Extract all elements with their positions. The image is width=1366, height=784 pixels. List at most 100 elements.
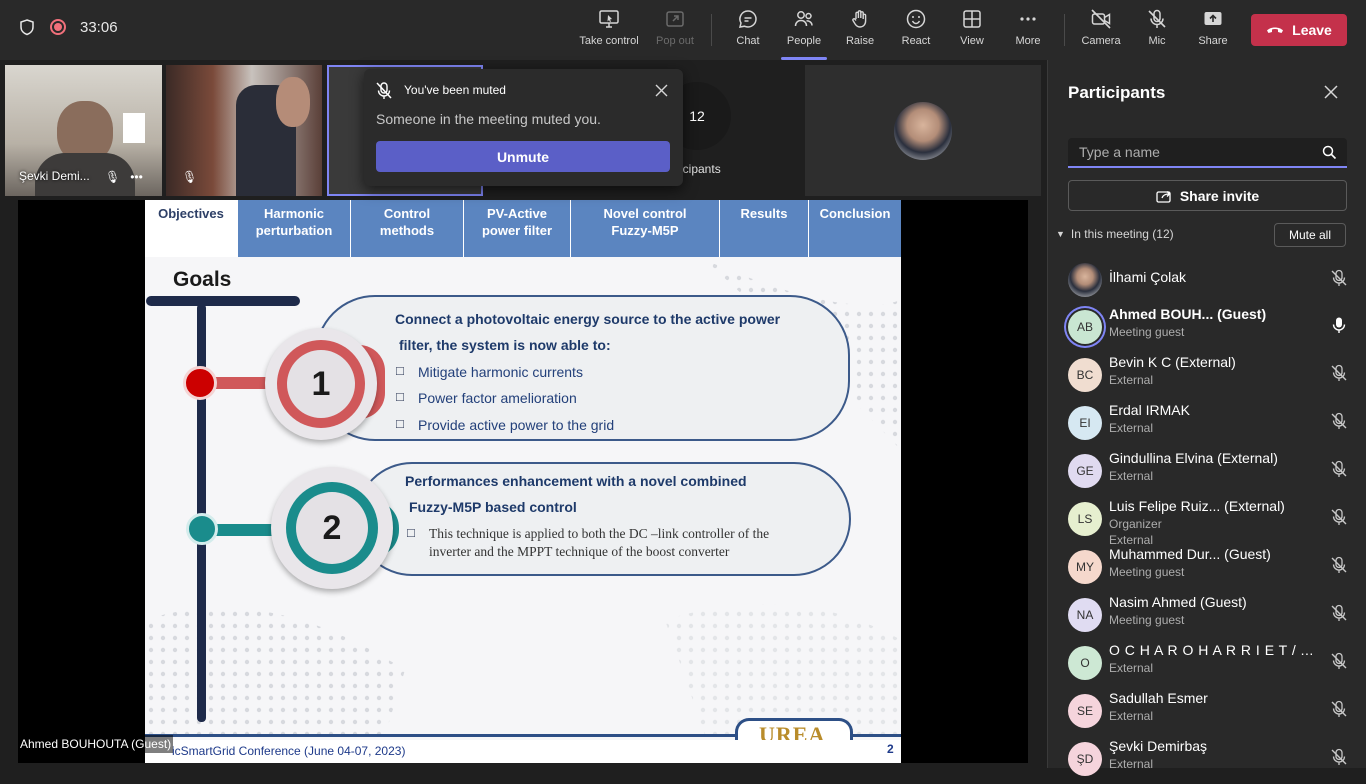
video-tile-1[interactable]: Şevki Demi... 🎙︎ •••: [5, 65, 162, 196]
muted-message: Someone in the meeting muted you.: [376, 111, 601, 127]
participant-row[interactable]: NA Nasim Ahmed (Guest) Meeting guest: [1048, 592, 1366, 640]
participants-panel: Participants Type a name Share invite ▼ …: [1047, 60, 1366, 776]
goal-1-item: Provide active power to the grid: [396, 416, 614, 433]
phone-hangup-icon: [1267, 27, 1284, 33]
avatar: LS: [1068, 502, 1102, 536]
mic-off-icon: 🎙︎: [182, 170, 198, 184]
react-button[interactable]: React: [885, 8, 947, 54]
participant-name: O C H A R O H A R R I E T / ...: [1109, 642, 1314, 658]
camera-off-icon: [1091, 9, 1111, 29]
participant-row[interactable]: SE Sadullah Esmer External: [1048, 688, 1366, 736]
slide-tab-conclusion: Conclusion: [809, 200, 901, 257]
react-icon: [906, 9, 926, 29]
avatar: NA: [1068, 598, 1102, 632]
chevron-down-icon: ▼: [1056, 229, 1065, 239]
raise-hand-button[interactable]: Raise: [829, 8, 891, 54]
close-icon[interactable]: [655, 84, 668, 97]
mic-off-icon[interactable]: [1330, 748, 1348, 766]
avatar: [894, 102, 952, 160]
avatar: BC: [1068, 358, 1102, 392]
participant-row[interactable]: AB Ahmed BOUH... (Guest) Meeting guest: [1048, 304, 1366, 352]
mic-off-icon[interactable]: [1330, 364, 1348, 382]
participants-label: icipants: [680, 162, 721, 176]
goal-1-item: Power factor amelioration: [396, 389, 577, 406]
pop-out-button[interactable]: Pop out: [644, 8, 706, 54]
slide-tab-results: Results: [720, 200, 809, 257]
mic-off-icon[interactable]: [1330, 508, 1348, 526]
participant-name: Nasim Ahmed (Guest): [1109, 594, 1247, 610]
video-tile-4[interactable]: [805, 65, 1041, 196]
footer-text: icSmartGrid Conference (June 04-07, 2023…: [172, 744, 406, 758]
avatar: AB: [1068, 310, 1102, 344]
chat-button[interactable]: Chat: [717, 8, 779, 54]
slide-page-number: 2: [887, 742, 894, 756]
view-button[interactable]: View: [941, 8, 1003, 54]
mic-off-icon: [376, 82, 392, 99]
participant-name: Muhammed Dur... (Guest): [1109, 546, 1271, 562]
participant-row[interactable]: ŞD Şevki Demirbaş External: [1048, 736, 1366, 784]
avatar: ŞD: [1068, 742, 1102, 776]
avatar: EI: [1068, 406, 1102, 440]
tile-name: Şevki Demi...: [19, 169, 90, 183]
slide-heading: Goals: [173, 268, 232, 291]
mic-button[interactable]: Mic: [1126, 8, 1188, 54]
people-icon: [794, 11, 813, 27]
participant-row[interactable]: BC Bevin K C (External) External: [1048, 352, 1366, 400]
mic-off-icon[interactable]: [1330, 604, 1348, 622]
pop-out-icon: [666, 11, 684, 27]
view-icon: [963, 10, 981, 28]
in-meeting-toggle[interactable]: ▼ In this meeting (12): [1056, 227, 1174, 241]
goal-1-line1: Connect a photovoltaic energy source to …: [395, 311, 781, 327]
participant-role: External: [1109, 421, 1154, 435]
slide-tab-bar: Objectives Harmonic perturbation Control m…: [145, 200, 901, 257]
toolbar-divider: [1064, 14, 1065, 46]
mute-all-button[interactable]: Mute all: [1274, 223, 1346, 247]
participant-role: Meeting guest: [1109, 565, 1185, 579]
slide-tab-objectives: Objectives: [145, 200, 238, 257]
panel-title: Participants: [1068, 83, 1166, 102]
take-control-button[interactable]: Take control: [578, 8, 640, 54]
more-icon[interactable]: •••: [130, 170, 143, 184]
mic-off-icon[interactable]: [1330, 652, 1348, 670]
camera-button[interactable]: Camera: [1070, 8, 1132, 54]
unmute-button[interactable]: Unmute: [376, 141, 670, 172]
share-invite-button[interactable]: Share invite: [1068, 180, 1347, 211]
presentation-slide: Objectives Harmonic perturbation Control m…: [145, 200, 901, 763]
mic-off-icon[interactable]: [1330, 700, 1348, 718]
participant-role: Meeting guest: [1109, 325, 1185, 339]
avatar: MY: [1068, 550, 1102, 584]
mic-off-icon[interactable]: [1330, 460, 1348, 478]
participant-role: External: [1109, 661, 1154, 675]
slide-tab-control: Control methods: [351, 200, 464, 257]
search-icon: [1322, 145, 1337, 160]
slide-tab-novel: Novel control Fuzzy-M5P: [571, 200, 720, 257]
avatar: O: [1068, 646, 1102, 680]
participant-role: Organizer: [1109, 517, 1162, 531]
participant-name: Erdal IRMAK: [1109, 402, 1190, 418]
participant-row[interactable]: GE Gindullina Elvina (External) External: [1048, 448, 1366, 496]
mic-off-icon[interactable]: [1330, 412, 1348, 430]
participant-row[interactable]: EI Erdal IRMAK External: [1048, 400, 1366, 448]
recording-icon: [50, 19, 66, 35]
participant-name: Şevki Demirbaş: [1109, 738, 1208, 754]
mic-off-icon[interactable]: [1330, 269, 1348, 287]
participant-row[interactable]: İlhami Çolak: [1048, 257, 1366, 305]
participant-row[interactable]: O O C H A R O H A R R I E T / ... External: [1048, 640, 1366, 688]
share-button[interactable]: Share: [1182, 8, 1244, 54]
more-button[interactable]: More: [997, 8, 1059, 54]
mic-on-icon[interactable]: [1330, 316, 1348, 334]
goal-2-number: 2: [296, 492, 368, 564]
people-button[interactable]: People: [773, 8, 835, 60]
participant-row[interactable]: MY Muhammed Dur... (Guest) Meeting guest: [1048, 544, 1366, 592]
mic-off-icon: [1148, 9, 1166, 28]
video-tile-2[interactable]: 🎙︎: [166, 65, 322, 196]
share-invite-icon: [1156, 190, 1171, 203]
leave-button[interactable]: Leave: [1251, 14, 1347, 46]
goal-2-dot: [186, 513, 218, 545]
participant-row[interactable]: LS Luis Felipe Ruiz... (External) Organize…: [1048, 496, 1366, 547]
close-icon[interactable]: [1324, 85, 1338, 99]
mic-off-icon: 🎙︎: [105, 170, 121, 184]
mic-off-icon[interactable]: [1330, 556, 1348, 574]
search-input[interactable]: Type a name: [1068, 138, 1347, 168]
tile-controls: 🎙︎ •••: [105, 170, 143, 184]
